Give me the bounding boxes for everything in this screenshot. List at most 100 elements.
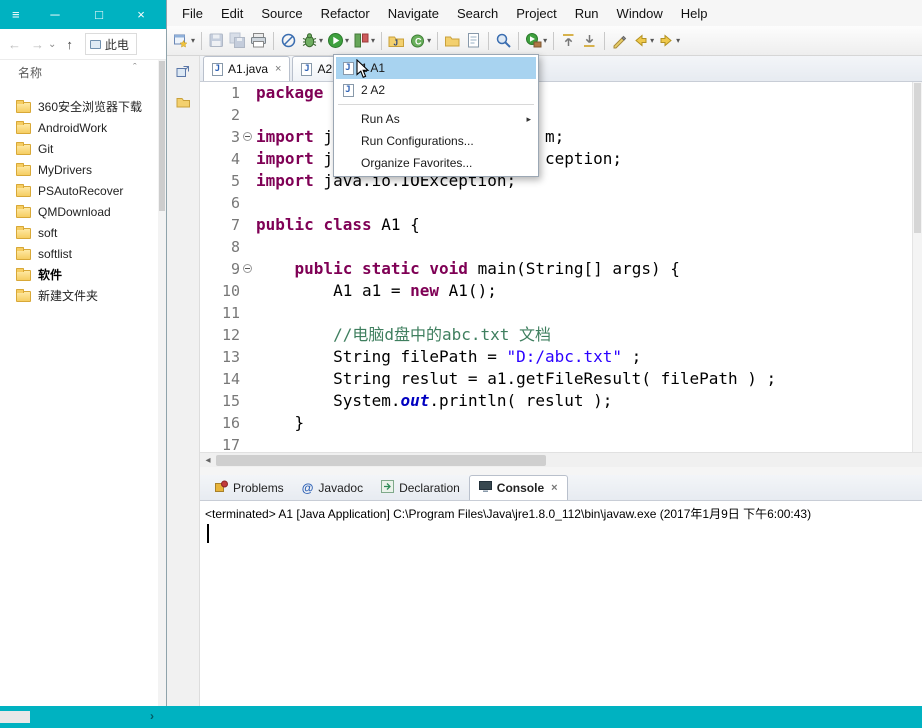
view-tab-javadoc[interactable]: @ Javadoc — [293, 475, 372, 500]
annotation-next-button[interactable] — [579, 29, 600, 53]
menu-help[interactable]: Help — [672, 0, 717, 26]
maximize-button[interactable]: □ — [86, 0, 112, 29]
chevron-down-icon[interactable]: ▾ — [345, 36, 349, 45]
editor-tab-a1.java[interactable]: J A1.java × — [203, 56, 291, 81]
chevron-down-icon[interactable]: ▾ — [371, 36, 375, 45]
code-line: 1 package — [200, 82, 922, 104]
menu-edit[interactable]: Edit — [212, 0, 252, 26]
minimize-button[interactable]: ─ — [42, 0, 68, 29]
open-folder-button[interactable] — [442, 29, 463, 53]
chevron-down-icon[interactable]: ▾ — [543, 36, 547, 45]
folder-list: 360安全浏览器下载 AndroidWork Git MyDrivers PSAutoR… — [0, 84, 166, 306]
fold-collapse-icon[interactable] — [243, 132, 252, 141]
open-resource-button[interactable] — [463, 29, 484, 53]
save-all-button[interactable] — [227, 29, 248, 53]
folder-item[interactable]: 360安全浏览器下载 — [0, 96, 166, 117]
scrollbar-thumb[interactable] — [216, 454, 546, 466]
forward-arrow-icon[interactable]: → — [31, 37, 44, 52]
scrollbar-thumb[interactable] — [914, 83, 921, 233]
menu-refactor[interactable]: Refactor — [312, 0, 379, 26]
menu-item-organize-favorites-[interactable]: Organize Favorites... — [336, 152, 536, 174]
explorer-menu-icon[interactable]: ≡ — [12, 7, 20, 22]
editor-vertical-scrollbar[interactable] — [912, 82, 922, 452]
menu-source[interactable]: Source — [252, 0, 311, 26]
code-token: void — [429, 259, 468, 278]
editor-horizontal-scrollbar[interactable]: ◂ — [200, 452, 922, 467]
menu-item-run-as[interactable]: Run As ▸ — [336, 108, 536, 130]
view-tab-declaration[interactable]: Declaration — [372, 475, 469, 500]
scroll-left-icon[interactable]: ◂ — [200, 455, 216, 466]
chevron-down-icon[interactable]: ▾ — [191, 36, 195, 45]
search-button[interactable] — [493, 29, 514, 53]
chevron-down-icon[interactable]: ▾ — [650, 36, 654, 45]
breadcrumb[interactable]: 此电 — [84, 33, 137, 55]
close-button[interactable]: × — [128, 0, 154, 29]
save-all-icon — [229, 32, 246, 49]
debug-button[interactable]: ▾ — [299, 29, 325, 53]
problems-icon — [215, 480, 228, 496]
toolbar-separator — [488, 31, 490, 50]
menu-item-run-configurations-[interactable]: Run Configurations... — [336, 130, 536, 152]
chevron-down-icon[interactable]: ▾ — [427, 36, 431, 45]
folder-item[interactable]: PSAutoRecover — [0, 180, 166, 201]
tab-label: Problems — [233, 480, 284, 495]
save-icon — [208, 32, 225, 49]
new-java-project-button[interactable]: J — [386, 29, 407, 53]
folder-item[interactable]: 新建文件夹 — [0, 285, 166, 306]
forward-button[interactable]: ▾ — [656, 29, 682, 53]
close-tab-icon[interactable]: × — [275, 63, 281, 75]
annotation-prev-button[interactable] — [558, 29, 579, 53]
panel-sash[interactable] — [200, 467, 922, 475]
run-button[interactable]: ▾ — [325, 29, 351, 53]
scroll-right-icon[interactable]: › — [150, 709, 154, 723]
menu-search[interactable]: Search — [448, 0, 507, 26]
folder-item[interactable]: soft — [0, 222, 166, 243]
column-header-name[interactable]: 名称 ˆ — [0, 60, 166, 84]
external-tools-button[interactable]: ▾ — [523, 29, 549, 53]
code-editor[interactable]: 1 package 2 3 import j m; 4 import j ception;… — [200, 82, 922, 452]
restore-views-icon[interactable] — [176, 64, 191, 84]
back-button[interactable]: ▾ — [630, 29, 656, 53]
menu-run[interactable]: Run — [566, 0, 608, 26]
back-arrow-icon[interactable]: ← — [8, 37, 21, 52]
code-line: 10 A1 a1 = new A1(); — [200, 280, 922, 302]
close-tab-icon[interactable]: × — [551, 482, 557, 494]
sort-ascending-icon[interactable]: ˆ — [133, 62, 137, 74]
chevron-down-icon[interactable]: ▾ — [319, 36, 323, 45]
menu-file[interactable]: File — [173, 0, 212, 26]
fold-collapse-icon[interactable] — [243, 264, 252, 273]
explorer-titlebar[interactable]: ≡ ─ □ × — [0, 0, 166, 29]
folder-item[interactable]: AndroidWork — [0, 117, 166, 138]
folder-item[interactable]: Git — [0, 138, 166, 159]
folder-item[interactable]: MyDrivers — [0, 159, 166, 180]
external-tools-icon — [525, 32, 542, 49]
menu-project[interactable]: Project — [507, 0, 565, 26]
explorer-vertical-scrollbar[interactable] — [158, 60, 166, 706]
view-tab-problems[interactable]: Problems — [206, 475, 293, 500]
chevron-down-icon[interactable]: ▾ — [676, 36, 680, 45]
folder-item[interactable]: softlist — [0, 243, 166, 264]
folder-item[interactable]: 软件 — [0, 264, 166, 285]
last-edit-button[interactable] — [609, 29, 630, 53]
folder-label: AndroidWork — [38, 120, 108, 135]
new-class-button[interactable]: C ▾ — [407, 29, 433, 53]
new-wizard-button[interactable]: ▾ — [171, 29, 197, 53]
up-arrow-icon[interactable]: ↑ — [66, 37, 73, 52]
package-explorer-icon[interactable] — [176, 94, 191, 114]
eclipse-menubar: File Edit Source Refactor Navigate Search Proj… — [167, 0, 922, 26]
coverage-button[interactable]: ▾ — [351, 29, 377, 53]
line-number: 17 — [221, 436, 240, 452]
fold-column — [240, 104, 256, 126]
menu-window[interactable]: Window — [608, 0, 672, 26]
menu-navigate[interactable]: Navigate — [379, 0, 448, 26]
scrollbar-thumb[interactable] — [159, 61, 165, 211]
view-tab-console[interactable]: Console × — [468, 475, 568, 500]
recent-locations-icon[interactable]: ⌄ — [48, 39, 56, 50]
line-number: 11 — [221, 304, 240, 322]
horizontal-scrollbar-thumb[interactable] — [0, 711, 30, 723]
save-button[interactable] — [206, 29, 227, 53]
print-button[interactable] — [248, 29, 269, 53]
console-view[interactable]: <terminated> A1 [Java Application] C:\Pr… — [200, 501, 922, 706]
skip-breakpoints-button[interactable] — [278, 29, 299, 53]
folder-item[interactable]: QMDownload — [0, 201, 166, 222]
